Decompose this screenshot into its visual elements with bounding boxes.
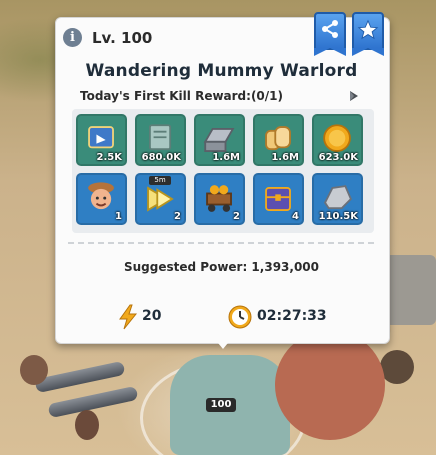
- reward-tile-gold[interactable]: 623.0K: [312, 114, 363, 166]
- reward-tile-bread[interactable]: 1.6M: [253, 114, 304, 166]
- reward-tile-treasure-cart[interactable]: 2: [194, 173, 245, 225]
- reward-tile-iron[interactable]: 1.6M: [194, 114, 245, 166]
- reward-qty: 4: [292, 211, 299, 222]
- reward-qty: 623.0K: [318, 152, 358, 163]
- share-icon: [322, 20, 338, 38]
- ogre-enemy[interactable]: [275, 330, 385, 440]
- reward-qty: 2.5K: [96, 152, 122, 163]
- reward-qty: 1: [115, 211, 122, 222]
- favorite-button[interactable]: [352, 12, 384, 56]
- reward-qty: 2: [233, 211, 240, 222]
- reward-tile-speedup-5m[interactable]: 5m 2: [135, 173, 186, 225]
- soldier-unit: [20, 355, 48, 385]
- stamina-cost: 20: [142, 308, 162, 324]
- reward-tile-chest[interactable]: 4: [253, 173, 304, 225]
- boss-level-badge: 100: [206, 398, 236, 412]
- reward-qty: 680.0K: [141, 152, 181, 163]
- reward-qty: 110.5K: [318, 211, 358, 222]
- suggested-power-label: Suggested Power: 1,393,000: [123, 260, 319, 274]
- reward-tile-book[interactable]: 680.0K: [135, 114, 186, 166]
- reward-tile-hero[interactable]: 1: [76, 173, 127, 225]
- info-icon[interactable]: i: [63, 28, 82, 47]
- section-divider: [68, 242, 374, 244]
- time-remaining: 02:27:33: [257, 308, 327, 324]
- stone-tower: [385, 255, 436, 325]
- soldier-unit: [380, 350, 414, 384]
- reward-qty: 1.6M: [212, 152, 240, 163]
- level-label: Lv. 100: [92, 29, 153, 47]
- reward-tile-speedup-ticket[interactable]: 2.5K: [76, 114, 127, 166]
- first-kill-reward-label: Today's First Kill Reward:(0/1): [80, 89, 283, 103]
- share-button[interactable]: [314, 12, 346, 56]
- chevron-right-icon[interactable]: [347, 89, 361, 103]
- reward-qty: 1.6M: [271, 152, 299, 163]
- reward-qty: 2: [174, 211, 181, 222]
- clock-icon: [228, 305, 252, 329]
- soldier-unit: [75, 410, 99, 440]
- boss-name-title: Wandering Mummy Warlord: [85, 61, 358, 81]
- star-icon: [357, 19, 379, 40]
- popup-pointer: [214, 338, 232, 349]
- lightning-icon: [119, 304, 138, 330]
- reward-tile-stone[interactable]: 110.5K: [312, 173, 363, 225]
